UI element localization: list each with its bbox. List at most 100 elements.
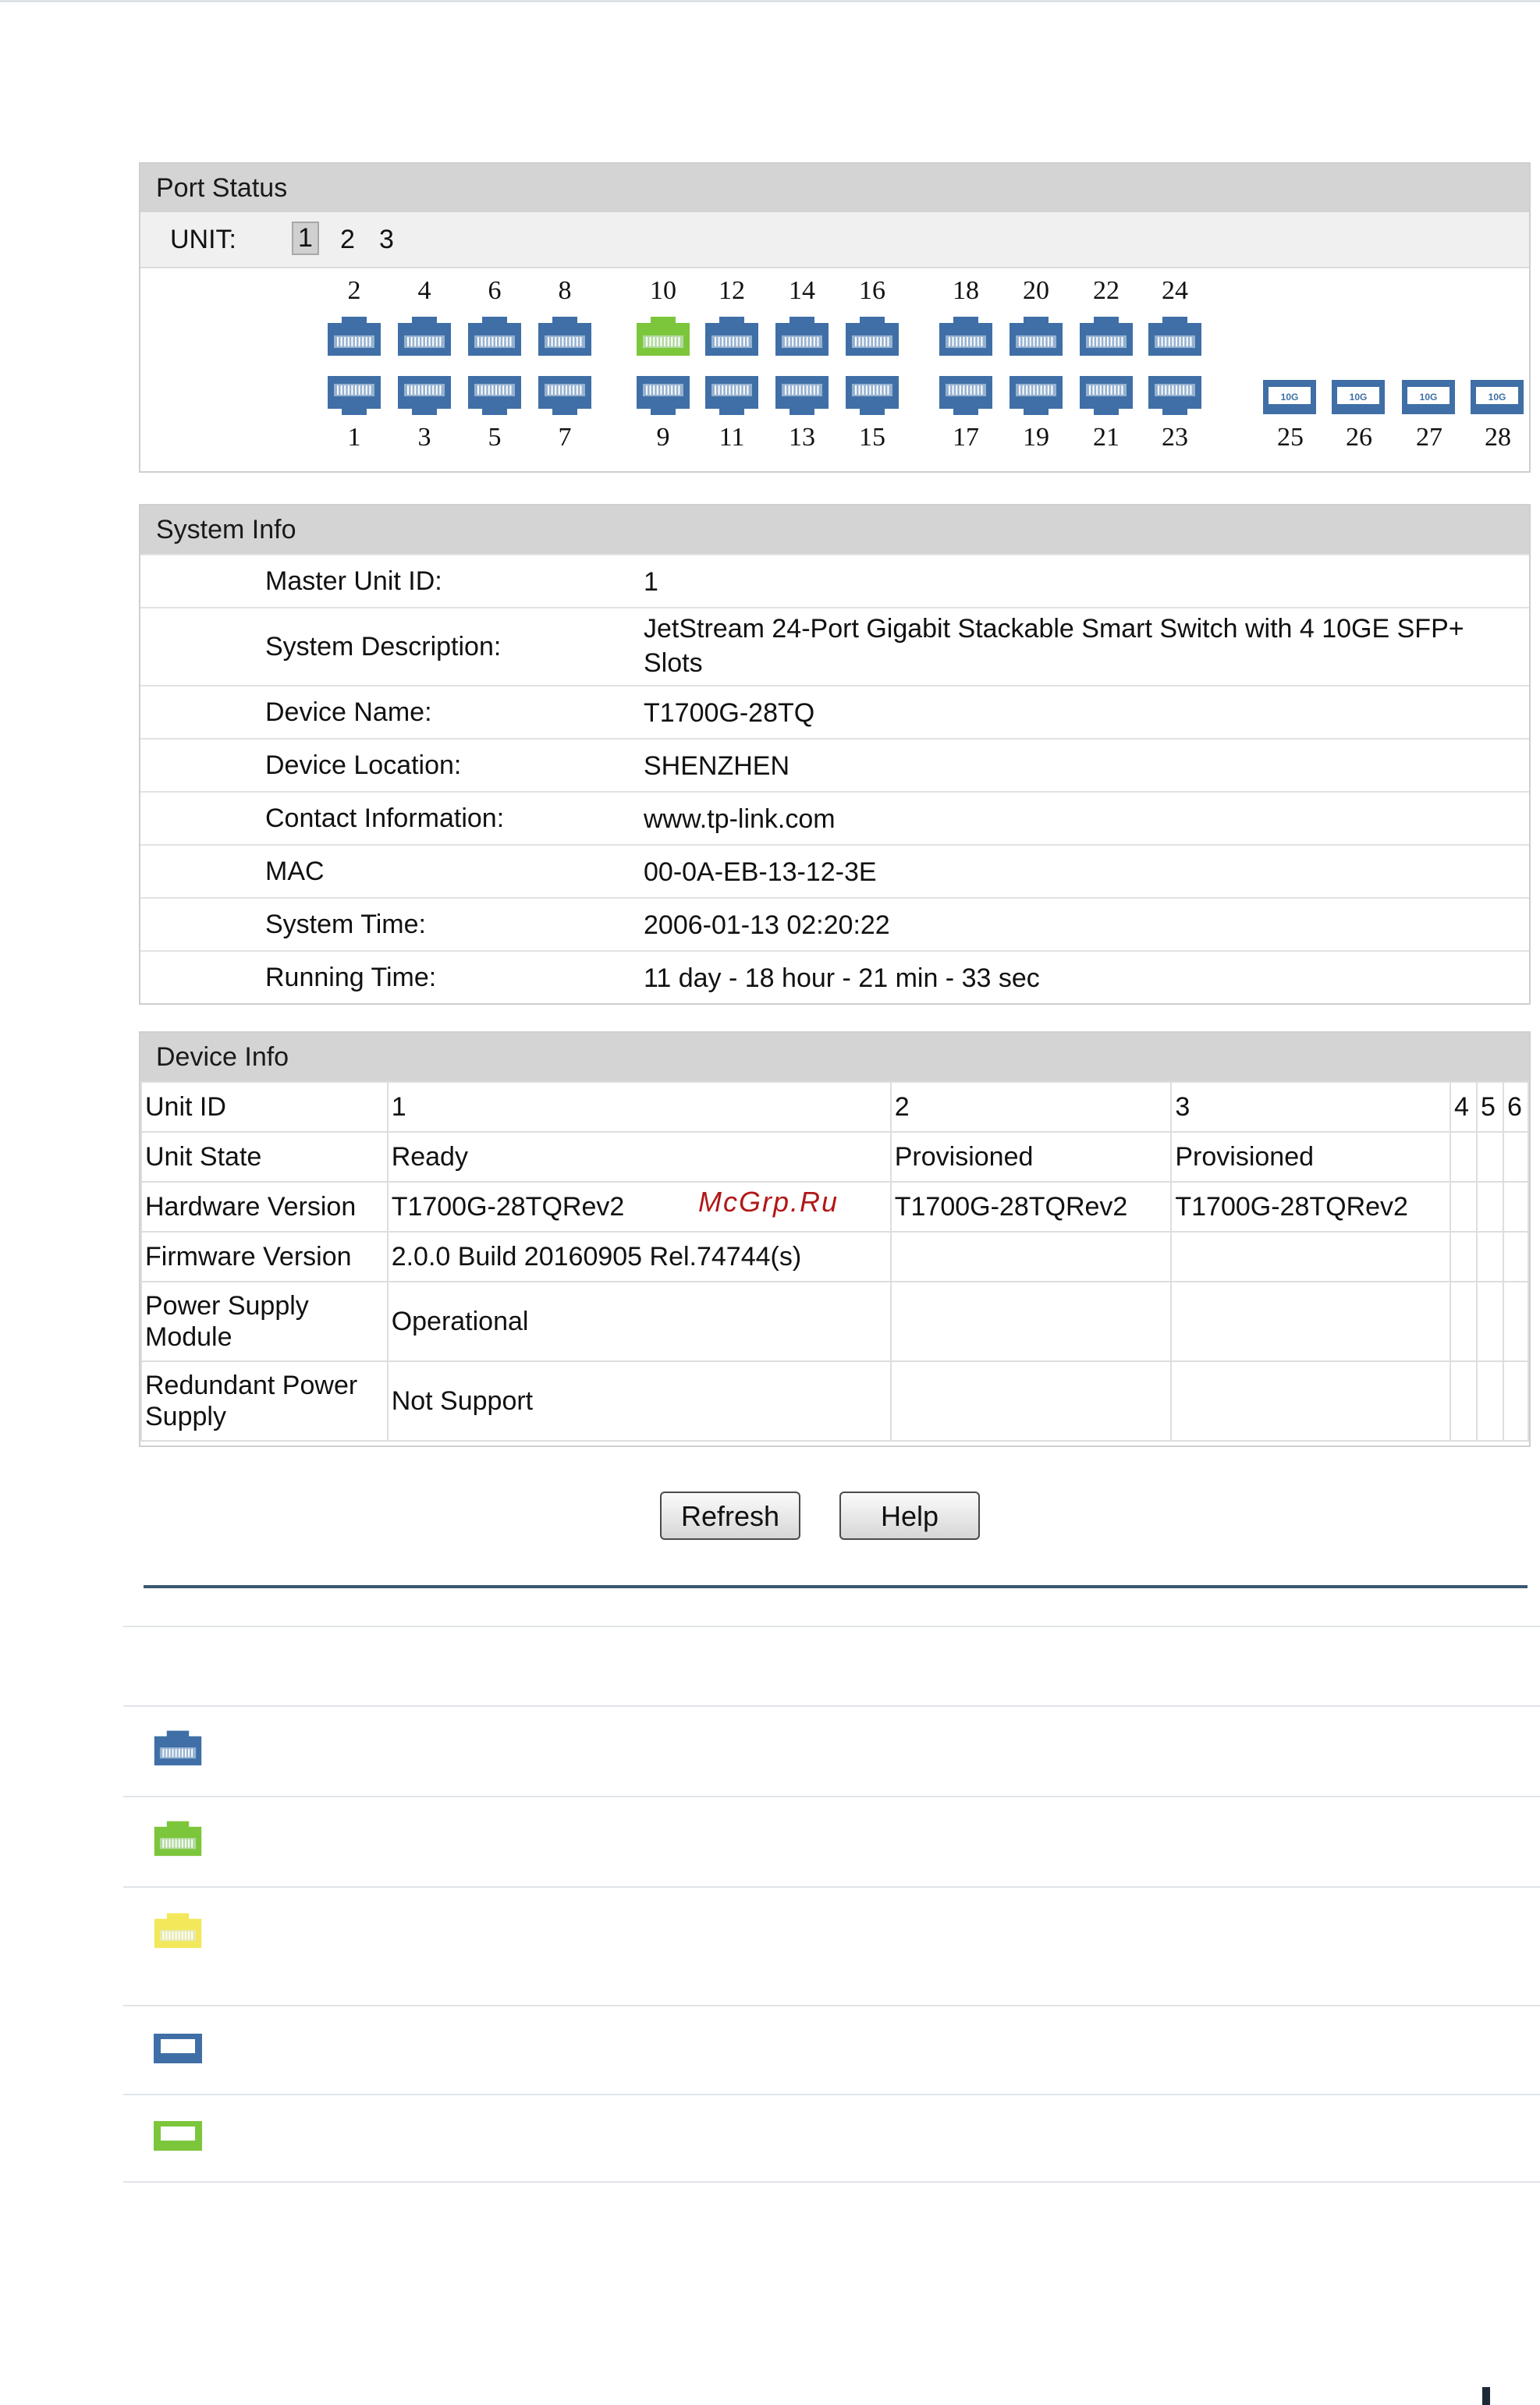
port-2-icon[interactable] <box>326 314 382 357</box>
port-11-icon[interactable] <box>704 374 760 418</box>
port-number-label: 16 <box>859 276 885 305</box>
table-cell <box>1170 1281 1451 1362</box>
header-cell: 6 <box>1502 1081 1530 1133</box>
port-green-icon <box>153 1818 203 1862</box>
sfp-port-25-icon[interactable]: 10G <box>1262 379 1317 415</box>
port-22-icon[interactable] <box>1078 314 1134 357</box>
port-number-label: 3 <box>417 423 431 452</box>
unit-1-link[interactable]: 1 <box>292 222 319 255</box>
svg-text:10G: 10G <box>1350 392 1368 403</box>
port-8-icon[interactable] <box>537 314 593 357</box>
port-10-icon[interactable] <box>635 314 691 357</box>
legend-divider <box>123 1705 1540 1707</box>
port-7-icon[interactable] <box>537 374 593 418</box>
device-info-title: Device Info <box>140 1033 1529 1081</box>
port-15-icon[interactable] <box>844 374 900 418</box>
info-value: 00-0A-EB-13-12-3E <box>644 857 877 887</box>
table-cell <box>1502 1360 1530 1442</box>
table-row: Redundant Power Supply Not Support <box>140 1360 1530 1442</box>
watermark-text: McGrp.Ru <box>698 1186 839 1218</box>
table-row: Firmware Version 2.0.0 Build 20160905 Re… <box>140 1231 1530 1282</box>
info-value: JetStream 24-Port Gigabit Stackable Smar… <box>644 614 1464 678</box>
table-cell: Provisioned <box>1170 1131 1451 1183</box>
info-value: 11 day - 18 hour - 21 min - 33 sec <box>644 963 1040 993</box>
unit-3-link[interactable]: 3 <box>379 225 394 255</box>
port-number-label: 9 <box>656 423 670 452</box>
legend-divider <box>123 2094 1540 2095</box>
port-number-label: 22 <box>1093 276 1120 305</box>
info-row-running-time: Running Time: 11 day - 18 hour - 21 min … <box>140 950 1529 1005</box>
header-cell: 2 <box>889 1081 1173 1133</box>
table-cell <box>1170 1360 1451 1442</box>
info-row-contact: Contact Information: www.tp-link.com <box>140 791 1529 846</box>
refresh-button[interactable]: Refresh <box>660 1492 800 1540</box>
port-number-label: 8 <box>558 276 572 305</box>
port-number-label: 18 <box>953 276 979 305</box>
port-6-icon[interactable] <box>467 314 523 357</box>
table-cell: Power Supply Module <box>140 1281 389 1362</box>
port-24-icon[interactable] <box>1147 314 1203 357</box>
table-cell: Hardware Version <box>140 1181 389 1233</box>
info-label: System Description: <box>265 632 502 662</box>
info-label: Contact Information: <box>265 803 505 833</box>
unit-2-link[interactable]: 2 <box>340 225 355 255</box>
legend-divider <box>123 2005 1540 2006</box>
port-number-label: 6 <box>488 276 502 305</box>
table-cell <box>889 1281 1173 1362</box>
info-label: System Time: <box>265 910 426 939</box>
info-value: 2006-01-13 02:20:22 <box>644 910 890 940</box>
table-cell <box>1170 1231 1451 1282</box>
port-3-icon[interactable] <box>396 374 452 418</box>
info-label: Master Unit ID: <box>265 566 442 596</box>
device-info-panel: Device Info Unit ID 1 2 3 4 5 6 Unit Sta… <box>139 1031 1531 1447</box>
port-number-label: 1 <box>347 423 361 452</box>
port-yellow-icon <box>153 1910 203 1954</box>
unit-selector-row: UNIT: 1 2 3 <box>140 212 1529 268</box>
table-cell: Provisioned <box>889 1131 1173 1183</box>
port-19-icon[interactable] <box>1008 374 1064 418</box>
port-20-icon[interactable] <box>1008 314 1064 357</box>
port-21-icon[interactable] <box>1078 374 1134 418</box>
port-5-icon[interactable] <box>467 374 523 418</box>
port-23-icon[interactable] <box>1147 374 1203 418</box>
port-status-panel: Port Status UNIT: 1 2 3 2 4 6 8 10 12 14 16 18 20… <box>139 162 1531 473</box>
info-row-system-description: System Description: JetStream 24-Port Gi… <box>140 607 1529 686</box>
table-cell <box>889 1360 1173 1442</box>
sfp-port-28-icon[interactable]: 10G <box>1470 379 1524 415</box>
info-row-device-location: Device Location: SHENZHEN <box>140 738 1529 793</box>
port-number-label: 24 <box>1162 276 1188 305</box>
port-number-label: 25 <box>1277 423 1304 452</box>
port-number-label: 14 <box>789 276 815 305</box>
device-info-table: Unit ID 1 2 3 4 5 6 Unit State Ready Pro… <box>140 1081 1530 1442</box>
table-cell <box>1502 1231 1530 1282</box>
port-18-icon[interactable] <box>938 314 994 357</box>
port-number-label: 26 <box>1346 423 1372 452</box>
port-9-icon[interactable] <box>635 374 691 418</box>
help-button[interactable]: Help <box>839 1492 980 1540</box>
table-cell: Unit State <box>140 1131 389 1183</box>
table-cell <box>1475 1281 1504 1362</box>
port-16-icon[interactable] <box>844 314 900 357</box>
port-panel: 2 4 6 8 10 12 14 16 18 20 22 24 1 3 5 7 9 11 13 15 17 19 21 23 1… <box>140 268 1529 473</box>
port-number-label: 15 <box>859 423 885 452</box>
info-value: SHENZHEN <box>644 751 790 781</box>
table-header-row: Unit ID 1 2 3 4 5 6 <box>140 1081 1530 1133</box>
port-number-label: 2 <box>347 276 361 305</box>
port-12-icon[interactable] <box>704 314 760 357</box>
port-4-icon[interactable] <box>396 314 452 357</box>
info-row-system-time: System Time: 2006-01-13 02:20:22 <box>140 897 1529 952</box>
legend-divider <box>123 1886 1540 1888</box>
port-1-icon[interactable] <box>326 374 382 418</box>
table-cell <box>1449 1231 1478 1282</box>
port-17-icon[interactable] <box>938 374 994 418</box>
port-13-icon[interactable] <box>774 374 830 418</box>
sfp-port-27-icon[interactable]: 10G <box>1401 379 1456 415</box>
info-label: Device Name: <box>265 697 432 727</box>
port-14-icon[interactable] <box>774 314 830 357</box>
header-cell: 1 <box>386 1081 892 1133</box>
port-number-label: 17 <box>953 423 979 452</box>
table-cell <box>1475 1131 1504 1183</box>
legend-divider <box>123 2181 1540 2183</box>
sfp-green-icon <box>153 2120 203 2155</box>
sfp-port-26-icon[interactable]: 10G <box>1331 379 1386 415</box>
